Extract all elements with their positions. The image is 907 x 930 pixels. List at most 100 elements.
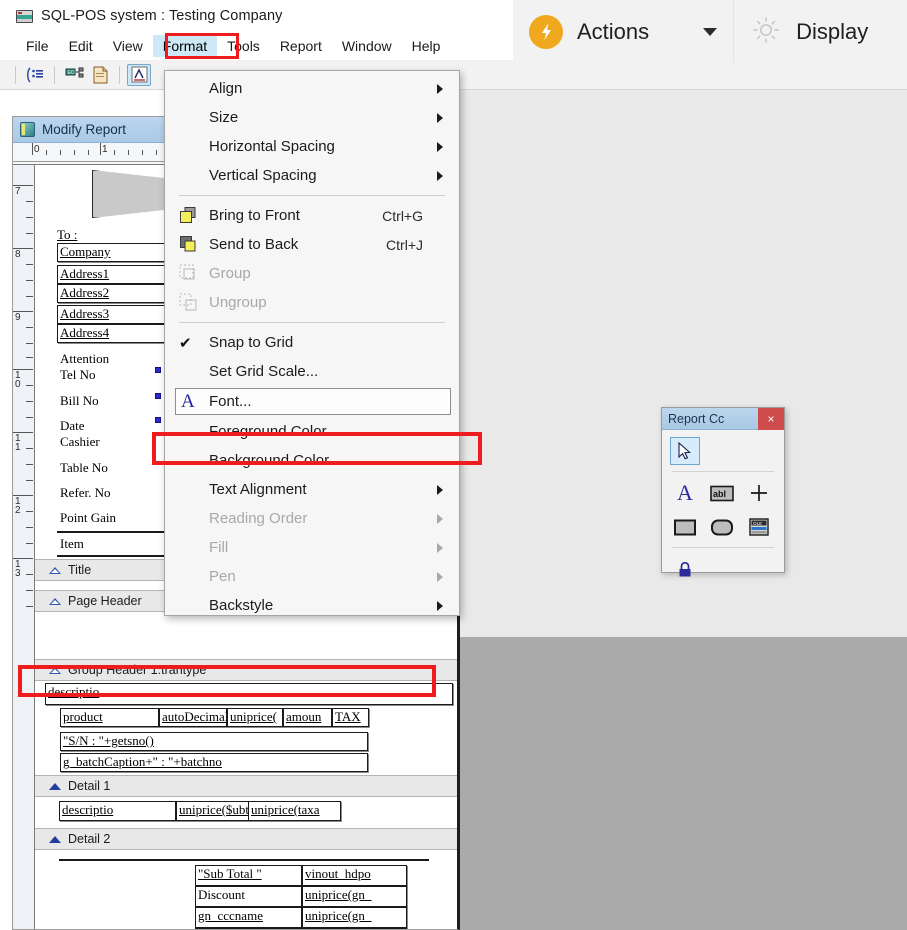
label-tel-no[interactable]: Tel No bbox=[60, 367, 96, 382]
label-to[interactable]: To : bbox=[57, 227, 77, 242]
field-tax[interactable]: TAX bbox=[332, 708, 369, 727]
menu-window[interactable]: Window bbox=[332, 35, 402, 57]
band-expand-icon[interactable] bbox=[49, 598, 61, 605]
label-item[interactable]: Item bbox=[60, 536, 84, 551]
menu-item-set-grid-scale[interactable]: Set Grid Scale... bbox=[165, 357, 459, 386]
svg-text:OLE: OLE bbox=[753, 521, 762, 526]
selection-handle[interactable] bbox=[155, 367, 161, 373]
actions-label[interactable]: Actions bbox=[577, 19, 649, 45]
menu-item-vertical-spacing-label: Vertical Spacing bbox=[209, 167, 317, 184]
report-controls-separator-1 bbox=[672, 471, 774, 472]
report-controls-row-2: A abl bbox=[670, 479, 776, 507]
field-tool[interactable]: abl bbox=[707, 479, 737, 507]
report-controls-row-4 bbox=[670, 555, 776, 583]
field-gn-cccname[interactable]: gn_cccname bbox=[195, 907, 302, 928]
menu-item-send-to-back[interactable]: Send to Back Ctrl+J bbox=[165, 230, 459, 259]
field-uniprice-taxamount[interactable]: uniprice(taxa bbox=[248, 801, 341, 821]
band-expand-icon[interactable] bbox=[49, 667, 61, 674]
label-point-gain[interactable]: Point Gain bbox=[60, 510, 116, 525]
new-report-button[interactable] bbox=[88, 64, 112, 86]
selection-handle[interactable] bbox=[155, 417, 161, 423]
label-date[interactable]: Date bbox=[60, 418, 85, 433]
menu-report[interactable]: Report bbox=[270, 35, 332, 57]
menu-item-foreground-color[interactable]: Foreground Color... bbox=[165, 417, 459, 446]
report-controls-row-3: OLE bbox=[670, 513, 776, 541]
menu-item-text-alignment[interactable]: Text Alignment bbox=[165, 475, 459, 504]
actions-group[interactable]: Actions bbox=[513, 0, 733, 63]
band-collapse-icon[interactable] bbox=[49, 783, 61, 790]
button-lock-tool[interactable] bbox=[670, 555, 700, 583]
field-autodecimal[interactable]: autoDecimal bbox=[159, 708, 227, 727]
menu-item-align[interactable]: Align bbox=[165, 74, 459, 103]
field-sub-total-label[interactable]: "Sub Total " bbox=[195, 865, 302, 886]
close-icon[interactable]: × bbox=[758, 408, 784, 430]
band-expand-icon[interactable] bbox=[49, 567, 61, 574]
report-controls-titlebar[interactable]: Report Cc × bbox=[662, 408, 784, 430]
field-uniprice-gn[interactable]: uniprice(gn_ bbox=[302, 907, 407, 928]
field-svc-label[interactable] bbox=[195, 928, 302, 929]
band-collapse-icon[interactable] bbox=[49, 836, 61, 843]
gear-icon bbox=[750, 14, 782, 49]
select-pointer-tool[interactable] bbox=[670, 437, 700, 465]
field-uniprice[interactable]: uniprice( bbox=[227, 708, 283, 727]
menu-format[interactable]: Format bbox=[153, 35, 217, 57]
submenu-arrow-icon bbox=[437, 572, 443, 582]
field-product[interactable]: product bbox=[60, 708, 159, 727]
rounded-rectangle-tool[interactable] bbox=[707, 513, 737, 541]
report-controls-button[interactable] bbox=[127, 64, 151, 86]
line-tool[interactable] bbox=[744, 479, 774, 507]
menu-item-snap-to-grid[interactable]: ✔ Snap to Grid bbox=[165, 328, 459, 357]
menu-item-bring-to-front[interactable]: Bring to Front Ctrl+G bbox=[165, 201, 459, 230]
menu-item-backstyle[interactable]: Backstyle bbox=[165, 591, 459, 620]
menu-item-font-label: Font... bbox=[209, 393, 252, 410]
field-descriptio-header[interactable]: descriptio bbox=[45, 683, 453, 705]
menu-item-horizontal-spacing[interactable]: Horizontal Spacing bbox=[165, 132, 459, 161]
submenu-arrow-icon bbox=[437, 84, 443, 94]
ole-container-tool[interactable]: OLE bbox=[744, 513, 774, 541]
desktop-backdrop bbox=[460, 637, 907, 930]
field-uniprice-discount[interactable]: uniprice(gn_ bbox=[302, 886, 407, 907]
band-group-header[interactable]: Group Header 1:trantype bbox=[35, 659, 457, 681]
band-detail-2[interactable]: Detail 2 bbox=[35, 828, 457, 850]
menu-item-vertical-spacing[interactable]: Vertical Spacing bbox=[165, 161, 459, 190]
display-group[interactable]: Display bbox=[734, 0, 884, 63]
menu-view[interactable]: View bbox=[103, 35, 153, 57]
format-dropdown-menu[interactable]: Align Size Horizontal Spacing Vertical S… bbox=[164, 70, 460, 616]
field-serial-no-expr[interactable]: "S/N : "+getsno() bbox=[60, 732, 368, 751]
field-vinout-hdpo[interactable]: vinout_hdpo bbox=[302, 865, 407, 886]
field-amount[interactable]: amoun bbox=[283, 708, 332, 727]
field-svc-value[interactable] bbox=[302, 928, 407, 929]
menu-tools[interactable]: Tools bbox=[217, 35, 270, 57]
expression-builder-button[interactable] bbox=[23, 64, 47, 86]
menu-item-ungroup-label: Ungroup bbox=[209, 294, 267, 311]
menu-edit[interactable]: Edit bbox=[59, 35, 103, 57]
label-cashier[interactable]: Cashier bbox=[60, 434, 100, 449]
report-controls-row-1 bbox=[670, 437, 776, 465]
label-refer-no[interactable]: Refer. No bbox=[60, 485, 111, 500]
menu-help[interactable]: Help bbox=[402, 35, 451, 57]
report-controls-toolbar[interactable]: Report Cc × A abl bbox=[661, 407, 785, 573]
data-environment-button[interactable]: EO bbox=[62, 64, 86, 86]
menu-item-font[interactable]: A Font... bbox=[165, 386, 459, 417]
label-attention[interactable]: Attention bbox=[60, 351, 109, 366]
selection-handle[interactable] bbox=[155, 393, 161, 399]
menu-file[interactable]: File bbox=[16, 35, 59, 57]
field-descriptio-detail[interactable]: descriptio bbox=[59, 801, 176, 821]
field-batch-caption-expr[interactable]: g_batchCaption+" : "+batchno bbox=[60, 753, 368, 772]
label-tool[interactable]: A bbox=[670, 479, 700, 507]
rectangle-tool[interactable] bbox=[670, 513, 700, 541]
chevron-down-icon[interactable] bbox=[703, 28, 717, 36]
band-detail-1[interactable]: Detail 1 bbox=[35, 775, 457, 797]
menu-item-set-grid-scale-label: Set Grid Scale... bbox=[209, 363, 318, 380]
label-bill-no[interactable]: Bill No bbox=[60, 393, 99, 408]
menu-item-send-to-back-shortcut: Ctrl+J bbox=[386, 237, 423, 253]
check-icon: ✔ bbox=[179, 334, 192, 352]
display-label[interactable]: Display bbox=[796, 19, 868, 45]
menu-item-size[interactable]: Size bbox=[165, 103, 459, 132]
label-table-no[interactable]: Table No bbox=[60, 460, 108, 475]
menu-item-background-color[interactable]: Background Color... bbox=[165, 446, 459, 475]
modify-report-title: Modify Report bbox=[42, 122, 126, 137]
field-discount-label[interactable]: Discount bbox=[195, 886, 302, 907]
menu-item-align-label: Align bbox=[209, 80, 242, 97]
band-detail-1-label: Detail 1 bbox=[68, 779, 110, 793]
